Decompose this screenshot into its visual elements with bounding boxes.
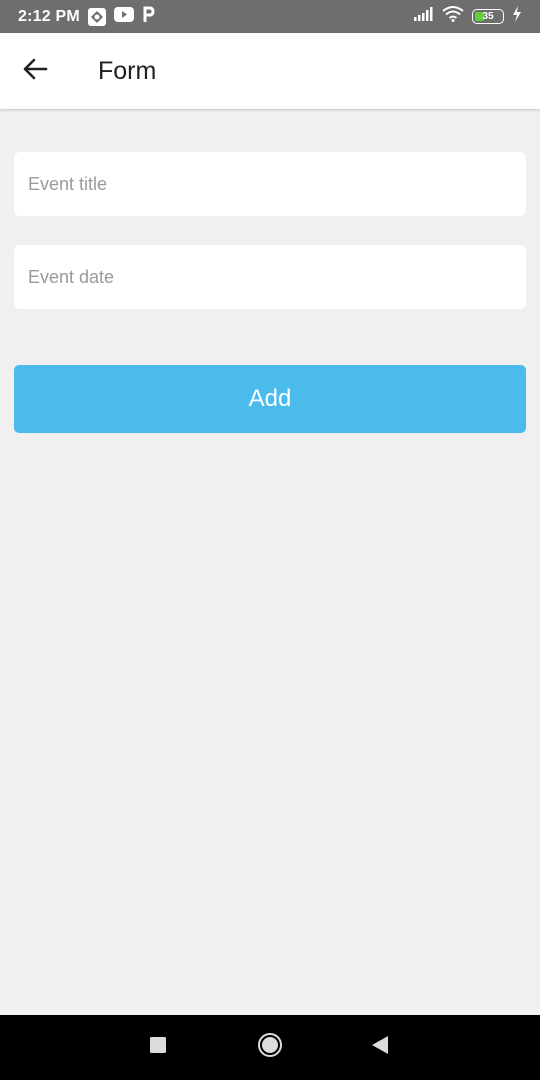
system-nav-bar: [0, 1015, 540, 1080]
signal-icon: [414, 7, 434, 26]
recents-button[interactable]: [128, 1015, 188, 1080]
event-title-field[interactable]: [14, 152, 526, 216]
status-right: 35: [414, 6, 522, 27]
event-date-input[interactable]: [28, 266, 526, 288]
page-title: Form: [98, 56, 157, 85]
event-date-field[interactable]: [14, 245, 526, 309]
arrow-left-icon: [22, 58, 48, 85]
app-bar: Form: [0, 33, 540, 109]
back-button[interactable]: [0, 33, 70, 109]
nav-back-button[interactable]: [350, 1015, 410, 1080]
p-icon: [142, 6, 156, 27]
wifi-icon: [442, 6, 464, 27]
youtube-icon: [113, 6, 134, 27]
event-title-input[interactable]: [28, 173, 526, 195]
recents-square-icon: [149, 1036, 167, 1059]
home-circle-icon: [257, 1032, 283, 1063]
app-icon: [87, 7, 106, 26]
back-triangle-icon: [371, 1035, 389, 1060]
status-time: 2:12 PM: [18, 7, 80, 25]
home-button[interactable]: [240, 1015, 300, 1080]
status-bar: 2:12 PM 35: [0, 0, 540, 33]
add-button[interactable]: Add: [14, 365, 526, 433]
status-left: 2:12 PM: [18, 6, 156, 27]
charging-icon: [512, 6, 522, 27]
battery-icon: 35: [472, 9, 504, 24]
battery-level: 35: [482, 11, 494, 22]
